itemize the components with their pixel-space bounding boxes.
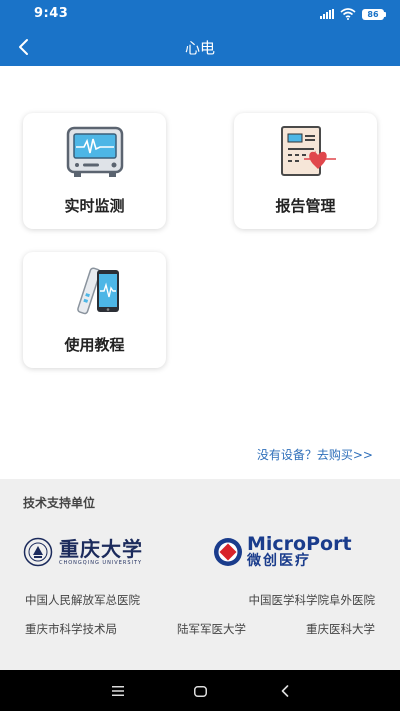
microport-name-cn: 微创医疗 (247, 553, 311, 569)
support-title: 技术支持单位 (23, 496, 96, 510)
battery-level: 86 (362, 8, 384, 20)
home-button[interactable] (191, 682, 209, 700)
microport-logo: MicroPort 微创医疗 (213, 535, 352, 569)
menu-icon (112, 686, 124, 696)
card-label: 报告管理 (275, 197, 336, 215)
status-icons: 86 (320, 8, 386, 20)
main-content: 实时监测 报告管理 使用教程 没有设备？去购买>> (0, 66, 400, 479)
chongqing-university-logo: 重庆大学 CHONGQING UNIVERSITY (23, 535, 143, 569)
status-bar: 9:43 86 (0, 0, 400, 28)
chongqing-name-en: CHONGQING UNIVERSITY (59, 560, 143, 566)
nav-bar: 心电 (0, 28, 400, 66)
system-back-button[interactable] (276, 682, 294, 700)
signal-icon (320, 9, 334, 19)
phone-device-icon (76, 267, 119, 315)
institution-name: 重庆市科学技术局 (25, 622, 117, 636)
tutorial-card[interactable]: 使用教程 (23, 252, 166, 368)
system-nav-bar (0, 670, 400, 711)
institution-row: 重庆市科学技术局 陆军军医大学 重庆医科大学 (25, 621, 375, 637)
microport-name-en: MicroPort (247, 533, 352, 555)
card-label: 使用教程 (64, 336, 125, 354)
wifi-icon (340, 8, 356, 20)
recent-apps-button[interactable] (109, 682, 127, 700)
university-seal-icon (23, 537, 53, 567)
institution-name: 重庆医科大学 (306, 622, 375, 636)
institution-name: 中国人民解放军总医院 (25, 593, 140, 607)
chongqing-name-cn: 重庆大学 (59, 537, 143, 561)
battery-icon: 86 (362, 8, 386, 20)
home-icon (193, 685, 207, 697)
report-management-card[interactable]: 报告管理 (234, 113, 377, 229)
institution-name: 中国医学科学院阜外医院 (248, 593, 376, 607)
back-icon (281, 685, 289, 697)
report-heart-icon (280, 126, 336, 176)
page-title: 心电 (184, 39, 215, 57)
card-label: 实时监测 (64, 197, 125, 215)
microport-emblem-icon (214, 538, 242, 566)
support-section: 技术支持单位 重庆大学 CHONGQING UNIVERSITY MicroPo… (0, 479, 400, 670)
institution-row: 中国人民解放军总医院 中国医学科学院阜外医院 (25, 592, 375, 608)
ecg-monitor-icon (66, 126, 123, 177)
institution-name: 陆军军医大学 (177, 622, 246, 636)
realtime-monitor-card[interactable]: 实时监测 (23, 113, 166, 229)
status-time: 9:43 (34, 6, 69, 21)
buy-device-link[interactable]: 没有设备？去购买>> (257, 446, 373, 463)
